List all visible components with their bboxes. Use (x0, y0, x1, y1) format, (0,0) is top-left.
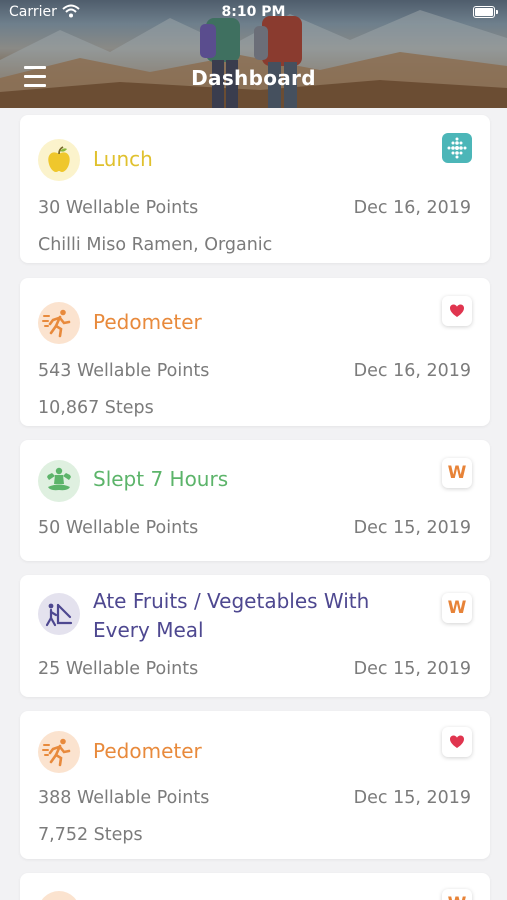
activity-detail: 7,752 Steps (38, 825, 143, 845)
activity-title: Ate Fruits / Vegetables With Every Meal (93, 587, 369, 645)
activity-icon (38, 891, 80, 900)
activity-title: Lunch (93, 147, 153, 171)
activity-card-fruits-vegetables[interactable]: Ate Fruits / Vegetables With Every Meal … (20, 575, 490, 697)
activity-card-lunch[interactable]: Lunch 30 Wellable Points Dec 16, 2019 Ch… (20, 115, 490, 263)
apple-icon (38, 139, 80, 181)
activity-title: Pedometer (93, 739, 202, 763)
wellable-logo-icon: W (442, 593, 472, 623)
header-banner: Carrier 8:10 PM Dashboard (0, 0, 507, 108)
wellable-logo-text: W (447, 463, 467, 483)
battery-icon (473, 6, 498, 18)
runner-icon (38, 302, 80, 344)
activity-card-sleep[interactable]: Slept 7 Hours W 50 Wellable Points Dec 1… (20, 440, 490, 561)
activity-detail: 10,867 Steps (38, 398, 154, 418)
activity-title-line-1: Ate Fruits / Vegetables With (93, 589, 370, 613)
wellable-logo-icon: W (442, 889, 472, 900)
activity-date: Dec 15, 2019 (353, 659, 471, 679)
activity-date: Dec 15, 2019 (353, 518, 471, 538)
runner-icon (38, 731, 80, 773)
wellable-logo-text: W (447, 598, 467, 618)
wellable-points: 30 Wellable Points (38, 198, 199, 218)
activity-person-icon (38, 593, 80, 635)
page-title: Dashboard (191, 66, 316, 90)
apple-health-heart-icon (442, 296, 472, 326)
activity-date: Dec 15, 2019 (353, 788, 471, 808)
wellable-logo-icon: W (442, 458, 472, 488)
activity-title-line-2: Every Meal (93, 618, 204, 642)
wellable-points: 50 Wellable Points (38, 518, 199, 538)
activity-date: Dec 16, 2019 (353, 361, 471, 381)
clock-time: 8:10 PM (221, 4, 286, 20)
apple-health-heart-icon (442, 727, 472, 757)
wellable-points: 388 Wellable Points (38, 788, 210, 808)
meditation-icon (38, 460, 80, 502)
activity-title: Slept 7 Hours (93, 467, 229, 491)
activity-detail: Chilli Miso Ramen, Organic (38, 235, 273, 255)
activity-feed[interactable]: Lunch 30 Wellable Points Dec 16, 2019 Ch… (0, 108, 507, 900)
activity-date: Dec 16, 2019 (353, 198, 471, 218)
activity-card-pedometer[interactable]: Pedometer 543 Wellable Points Dec 16, 20… (20, 278, 490, 426)
status-bar: Carrier 8:10 PM (0, 0, 507, 24)
fitbit-logo-icon (442, 133, 472, 163)
wellable-points: 25 Wellable Points (38, 659, 199, 679)
activity-title: Pedometer (93, 310, 202, 334)
activity-card-pedometer[interactable]: Pedometer 388 Wellable Points Dec 15, 20… (20, 711, 490, 859)
wellable-points: 543 Wellable Points (38, 361, 210, 381)
wellable-logo-text: W (442, 889, 472, 900)
activity-card-partial[interactable]: W (20, 873, 490, 900)
